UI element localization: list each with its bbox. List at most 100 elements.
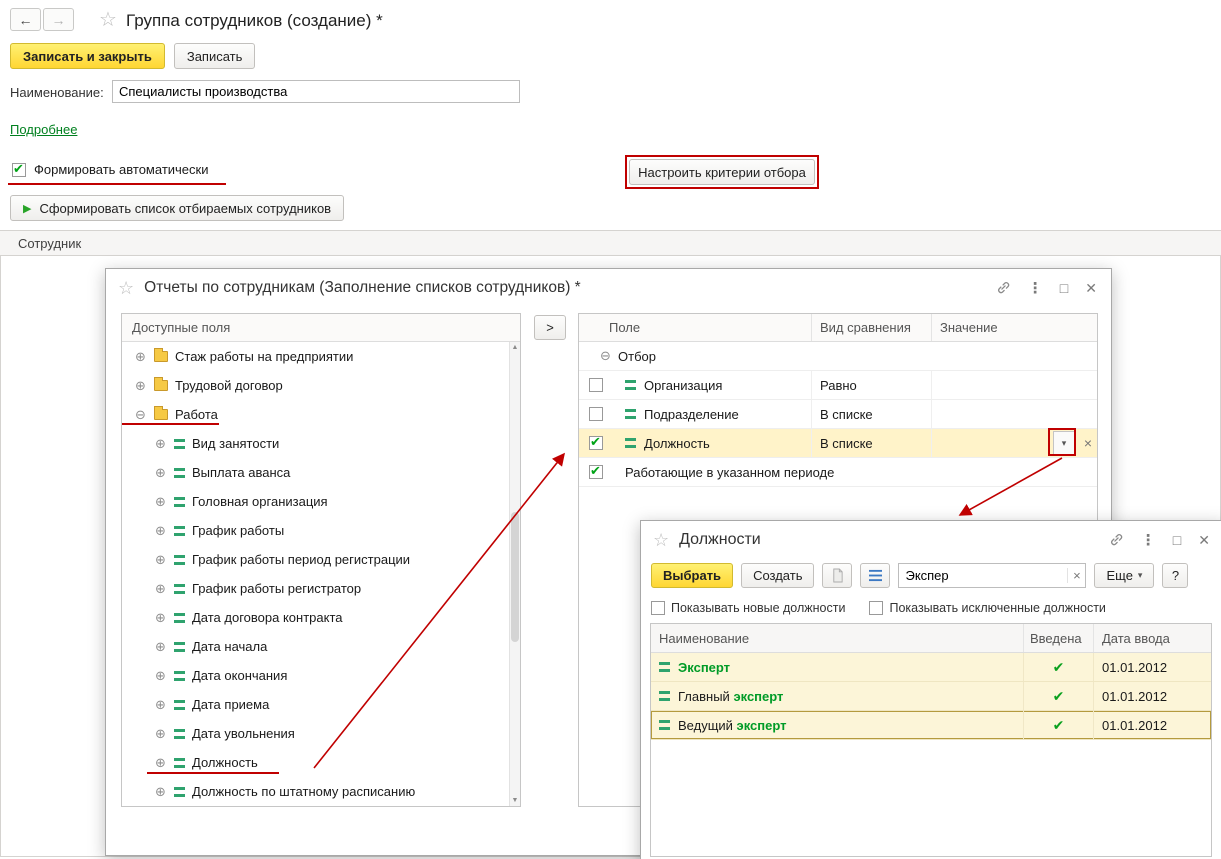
expand-icon[interactable]: ⊕ — [154, 552, 167, 568]
expand-icon[interactable]: ⊕ — [154, 610, 167, 626]
attribute-icon — [174, 497, 185, 507]
save-and-close-button[interactable]: Записать и закрыть — [10, 43, 165, 69]
generate-list-button[interactable]: ▶ Сформировать список отбираемых сотрудн… — [10, 195, 344, 221]
more-actions-button[interactable]: Еще ▾ — [1094, 563, 1154, 588]
filter-row[interactable]: Подразделение В списке — [579, 400, 1097, 429]
expand-icon[interactable]: ⊕ — [154, 726, 167, 742]
expand-icon[interactable]: ⊕ — [154, 465, 167, 481]
tree-item-field[interactable]: ⊕Должность по штатному расписанию — [122, 777, 509, 806]
tree-item-field[interactable]: ⊕Дата начала — [122, 632, 509, 661]
favorite-star-icon[interactable]: ☆ — [653, 530, 669, 551]
attribute-icon — [174, 787, 185, 797]
tree-item-label: Дата увольнения — [192, 726, 295, 741]
expand-icon[interactable]: ⊕ — [154, 639, 167, 655]
expand-icon[interactable]: ⊕ — [154, 436, 167, 452]
expand-icon[interactable]: ⊕ — [154, 581, 167, 597]
tree-item-field[interactable]: ⊕Вид занятости — [122, 429, 509, 458]
expand-icon[interactable]: ⊕ — [154, 755, 167, 771]
filter-comparison[interactable]: Равно — [811, 371, 931, 399]
auto-generate-checkbox[interactable] — [12, 163, 26, 177]
link-icon[interactable] — [1109, 532, 1124, 549]
search-field: × — [898, 563, 1086, 588]
name-input[interactable] — [112, 80, 520, 103]
filter-row-checkbox[interactable] — [589, 407, 603, 421]
more-actions-label: Еще — [1106, 568, 1132, 583]
tree-item-field[interactable]: ⊕Головная организация — [122, 487, 509, 516]
save-button[interactable]: Записать — [174, 43, 256, 69]
scrollbar-thumb[interactable] — [511, 512, 519, 642]
filter-row-selected[interactable]: Должность В списке ▾ × — [579, 429, 1097, 458]
tree-item-field[interactable]: ⊕Выплата аванса — [122, 458, 509, 487]
expand-icon[interactable]: ⊕ — [154, 494, 167, 510]
back-arrow-icon: ← — [19, 12, 33, 28]
filter-row[interactable]: Работающие в указанном периоде — [579, 458, 1097, 487]
configure-criteria-button[interactable]: Настроить критерии отбора — [629, 159, 815, 185]
report-dialog-titlebar[interactable]: ☆ Отчеты по сотрудникам (Заполнение спис… — [106, 269, 1111, 307]
scroll-down-icon[interactable]: ▼ — [510, 797, 520, 804]
expand-icon[interactable]: ⊕ — [134, 378, 147, 394]
position-row[interactable]: Главный эксперт ✔ 01.01.2012 — [651, 682, 1211, 711]
tree-item-field[interactable]: ⊕График работы — [122, 516, 509, 545]
list-view-button[interactable] — [860, 563, 890, 588]
close-icon[interactable]: ✕ — [1085, 281, 1097, 295]
clear-value-button[interactable]: × — [1084, 435, 1092, 451]
tree-item-field[interactable]: ⊕Дата окончания — [122, 661, 509, 690]
copy-button[interactable] — [822, 563, 852, 588]
expand-icon[interactable]: ⊕ — [154, 697, 167, 713]
expand-icon[interactable]: ⊕ — [154, 668, 167, 684]
collapse-icon[interactable]: ⊖ — [599, 348, 612, 364]
clear-search-icon[interactable]: × — [1067, 568, 1085, 583]
employee-section-header[interactable]: Сотрудник — [0, 230, 1221, 256]
maximize-icon[interactable]: □ — [1173, 533, 1181, 547]
link-icon[interactable] — [996, 280, 1011, 297]
tree-item-field[interactable]: ⊕График работы регистратор — [122, 574, 509, 603]
select-button[interactable]: Выбрать — [651, 563, 733, 588]
show-excluded-checkbox[interactable] — [869, 601, 883, 615]
filter-group-row[interactable]: ⊖ Отбор — [579, 342, 1097, 371]
filter-group-label: Отбор — [618, 349, 656, 364]
more-menu-icon[interactable]: ⋮ — [1028, 281, 1043, 296]
tree-item-folder[interactable]: ⊕Стаж работы на предприятии — [122, 342, 509, 371]
collapse-icon[interactable]: ⊖ — [134, 407, 147, 423]
entered-check-icon: ✔ — [1053, 659, 1065, 676]
tree-item-folder[interactable]: ⊕Трудовой договор — [122, 371, 509, 400]
search-input[interactable] — [899, 568, 1067, 583]
filter-value-cell[interactable] — [931, 400, 1097, 428]
filter-comparison[interactable]: В списке — [811, 429, 931, 457]
filter-row-checkbox[interactable] — [589, 436, 603, 450]
more-details-link[interactable]: Подробнее — [10, 122, 77, 137]
tree-scrollbar[interactable]: ▲ ▼ — [509, 342, 520, 806]
expand-icon[interactable]: ⊕ — [154, 523, 167, 539]
favorite-star-icon[interactable]: ☆ — [99, 7, 117, 32]
expand-icon[interactable]: ⊕ — [154, 784, 167, 800]
help-button[interactable]: ? — [1162, 563, 1188, 588]
favorite-star-icon[interactable]: ☆ — [118, 278, 134, 299]
scroll-up-icon[interactable]: ▲ — [510, 344, 520, 351]
filter-comparison[interactable]: В списке — [811, 400, 931, 428]
positions-dialog-titlebar[interactable]: ☆ Должности ⋮ □ ✕ — [641, 521, 1221, 559]
forward-button[interactable]: → — [43, 8, 74, 31]
column-header-name: Наименование — [651, 631, 1023, 646]
tree-item-field[interactable]: ⊕Дата приема — [122, 690, 509, 719]
filter-value-cell[interactable] — [931, 371, 1097, 399]
position-row-selected[interactable]: Ведущий эксперт ✔ 01.01.2012 — [651, 711, 1211, 740]
create-button[interactable]: Создать — [741, 563, 814, 588]
filter-row-checkbox[interactable] — [589, 378, 603, 392]
move-field-button[interactable]: > — [534, 315, 566, 340]
filter-row[interactable]: Организация Равно — [579, 371, 1097, 400]
show-new-checkbox[interactable] — [651, 601, 665, 615]
filter-row-checkbox[interactable] — [589, 465, 603, 479]
maximize-icon[interactable]: □ — [1060, 281, 1068, 295]
tree-item-field[interactable]: ⊕График работы период регистрации — [122, 545, 509, 574]
more-menu-icon[interactable]: ⋮ — [1141, 533, 1156, 548]
position-row[interactable]: Эксперт ✔ 01.01.2012 — [651, 653, 1211, 682]
tree-item-field[interactable]: ⊕Дата договора контракта — [122, 603, 509, 632]
expand-icon[interactable]: ⊕ — [134, 349, 147, 365]
attribute-icon — [625, 438, 636, 448]
attribute-icon — [174, 439, 185, 449]
tree-item-field[interactable]: ⊕ Дата увольнения — [122, 719, 509, 748]
close-icon[interactable]: ✕ — [1198, 533, 1210, 547]
back-button[interactable]: ← — [10, 8, 41, 31]
attribute-icon — [174, 555, 185, 565]
entered-check-icon: ✔ — [1053, 688, 1065, 705]
